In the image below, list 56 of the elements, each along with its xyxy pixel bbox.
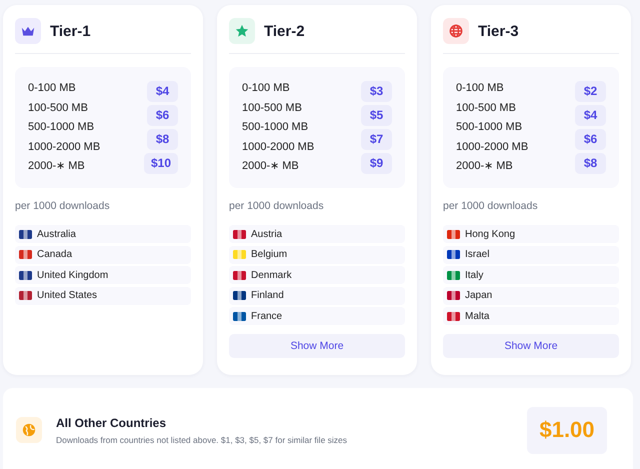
price-badge: $6 [147,105,178,126]
size-range: 2000-∗ MB [456,159,514,174]
tier-title: Tier-1 [50,22,91,40]
country-name: Canada [37,249,72,260]
rate-note: per 1000 downloads [229,200,325,212]
flat-price: $1.00 [527,406,607,454]
country-name: Australia [37,228,76,240]
price-badge: $9 [361,153,392,174]
size-range: 1000-2000 MB [242,140,314,154]
country-name: Japan [465,290,492,301]
country-name: Denmark [251,270,292,280]
size-range: 100-500 MB [28,100,89,115]
country-name: Finland [251,290,284,301]
size-range: 2000-∗ MB [242,159,300,174]
price-badge: $8 [575,153,606,174]
show-more-button[interactable]: Show More [229,334,405,358]
price-badge: $7 [361,129,392,150]
other-title: All Other Countries [56,416,168,430]
price-badge: $4 [147,81,178,102]
tier-title: Tier-3 [478,22,519,40]
size-range: 100-500 MB [456,100,517,115]
price-badge: $6 [575,129,606,150]
country-name: United States [37,290,98,301]
other-description: Downloads from countries not listed above. $1, $3, $5, $7 for similar file sizes [56,434,348,444]
globe-icon [449,24,463,38]
size-range: 0-100 MB [28,81,77,96]
crown-icon [21,26,35,36]
size-range: 500-1000 MB [242,120,310,134]
country-name: France [251,310,282,322]
country-name: Austria [251,228,282,240]
country-name: Belgium [251,249,288,260]
globe-icon [22,423,36,437]
price-badge: $4 [575,105,606,126]
size-range: 100-500 MB [242,100,303,115]
tier-title: Tier-2 [264,22,305,40]
country-name: United Kingdom [37,270,108,280]
country-name: Malta [465,310,490,322]
price-badge: $10 [144,153,178,174]
country-name: Italy [465,270,484,280]
size-range: 1000-2000 MB [456,140,528,154]
size-range: 0-100 MB [456,81,505,96]
size-range: 500-1000 MB [28,120,96,134]
price-badge: $8 [147,129,178,150]
rate-note: per 1000 downloads [443,200,539,212]
star-icon [235,24,249,38]
price-badge: $3 [361,81,392,102]
show-more-button[interactable]: Show More [443,334,619,358]
size-range: 2000-∗ MB [28,159,86,174]
size-range: 1000-2000 MB [28,140,100,154]
country-name: Israel [465,249,490,260]
size-range: 0-100 MB [242,81,291,96]
country-name: Hong Kong [465,228,516,240]
rate-note: per 1000 downloads [15,200,111,212]
size-range: 500-1000 MB [456,120,524,134]
price-badge: $2 [575,81,606,102]
price-badge: $5 [361,105,392,126]
